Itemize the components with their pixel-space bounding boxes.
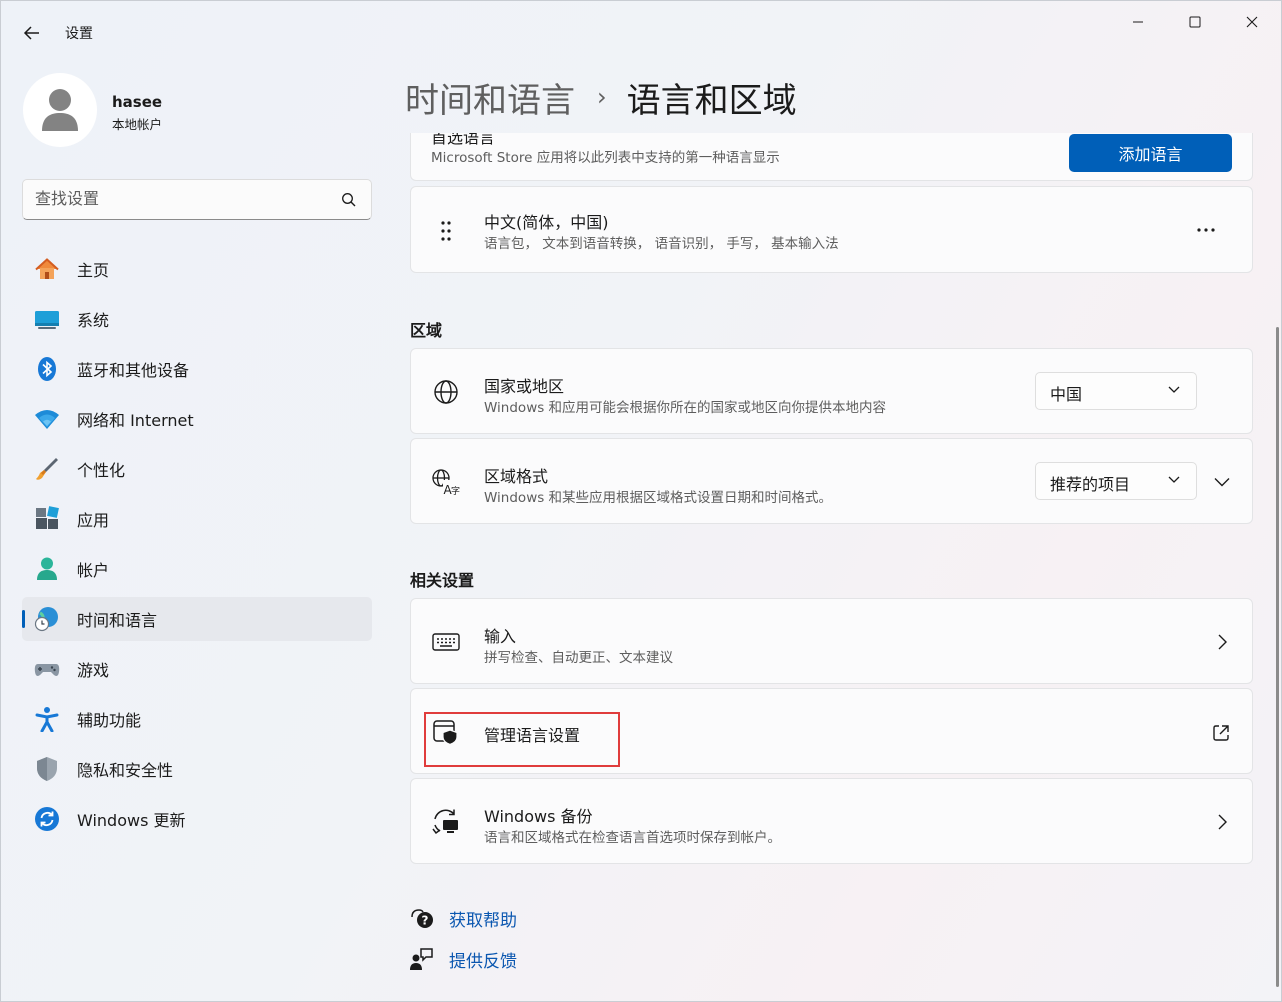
language-row[interactable]: 中文(简体，中国) 语言包， 文本到语音转换， 语音识别， 手写， 基本输入法 <box>410 186 1253 273</box>
minimize-button[interactable] <box>1115 7 1161 37</box>
globe-icon <box>431 377 461 407</box>
regional-format-title: 区域格式 <box>484 467 549 486</box>
language-name: 中文(简体，中国) <box>484 213 609 232</box>
page-title: 语言和区域 <box>626 80 797 121</box>
breadcrumb-parent[interactable]: 时间和语言 <box>405 73 575 122</box>
preferred-languages-subtitle: Microsoft Store 应用将以此列表中支持的第一种语言显示 <box>431 150 780 166</box>
typing-row[interactable]: 输入 拼写检查、自动更正、文本建议 <box>410 598 1253 684</box>
scrollbar[interactable] <box>1276 327 1279 987</box>
feedback-icon <box>409 946 435 972</box>
minimize-icon <box>1133 21 1143 23</box>
add-language-button[interactable]: 添加语言 <box>1069 134 1232 172</box>
typing-subtitle: 拼写检查、自动更正、文本建议 <box>484 650 673 666</box>
feedback-link[interactable]: 提供反馈 <box>409 946 517 972</box>
regional-format-row[interactable]: A字 区域格式 Windows 和某些应用根据区域格式设置日期和时间格式。 推荐… <box>410 438 1253 524</box>
svg-text:字: 字 <box>451 485 460 496</box>
content-area[interactable]: 首选语言 Microsoft Store 应用将以此列表中支持的第一种语言显示 … <box>1 133 1271 1001</box>
settings-window: 设置 hasee 本地帐户 查找设置 主页 系统 蓝牙和其他设备 网络和 Int… <box>0 0 1282 1002</box>
region-heading: 区域 <box>410 321 443 340</box>
back-button[interactable] <box>17 19 47 47</box>
feedback-label: 提供反馈 <box>449 951 517 972</box>
svg-text:?: ? <box>422 914 429 928</box>
user-silhouette-icon <box>42 89 78 131</box>
maximize-button[interactable] <box>1172 7 1218 37</box>
country-region-subtitle: Windows 和应用可能会根据你所在的国家或地区向你提供本地内容 <box>484 400 887 416</box>
language-features: 语言包， 文本到语音转换， 语音识别， 手写， 基本输入法 <box>484 236 839 252</box>
get-help-link[interactable]: ? 获取帮助 <box>409 905 517 931</box>
close-button[interactable] <box>1229 7 1275 37</box>
highlight-box <box>424 712 620 767</box>
chevron-right-icon <box>1218 634 1227 650</box>
title-bar: 设置 <box>1 1 1281 63</box>
close-icon <box>1246 16 1258 28</box>
more-options-icon[interactable] <box>1191 217 1221 243</box>
user-name: hasee <box>112 93 163 111</box>
breadcrumb-separator: › <box>597 83 607 111</box>
country-region-row: 国家或地区 Windows 和应用可能会根据你所在的国家或地区向你提供本地内容 … <box>410 348 1253 434</box>
windows-backup-subtitle: 语言和区域格式在检查语言首选项时保存到帐户。 <box>484 830 781 846</box>
dropdown-value: 推荐的项目 <box>1050 475 1131 494</box>
expand-chevron-icon[interactable] <box>1213 473 1231 491</box>
get-help-label: 获取帮助 <box>449 910 517 931</box>
regional-format-subtitle: Windows 和某些应用根据区域格式设置日期和时间格式。 <box>484 490 833 506</box>
account-type: 本地帐户 <box>112 117 163 132</box>
maximize-icon <box>1189 16 1201 28</box>
chevron-down-icon <box>1168 386 1180 393</box>
country-region-title: 国家或地区 <box>484 377 565 396</box>
keyboard-icon <box>431 627 461 657</box>
external-link-icon <box>1213 725 1229 741</box>
backup-sync-icon <box>431 807 461 837</box>
back-arrow-icon <box>23 26 39 40</box>
app-title: 设置 <box>65 26 93 42</box>
chevron-right-icon <box>1218 814 1227 830</box>
typing-title: 输入 <box>484 627 517 646</box>
related-settings-heading: 相关设置 <box>410 571 475 590</box>
country-region-dropdown[interactable]: 中国 <box>1035 372 1197 410</box>
drag-handle-icon[interactable] <box>431 216 461 246</box>
dropdown-value: 中国 <box>1050 385 1083 404</box>
help-icon: ? <box>409 905 435 931</box>
windows-backup-row[interactable]: Windows 备份 语言和区域格式在检查语言首选项时保存到帐户。 <box>410 778 1253 864</box>
windows-backup-title: Windows 备份 <box>484 807 593 826</box>
regional-format-dropdown[interactable]: 推荐的项目 <box>1035 462 1197 500</box>
regional-format-icon: A字 <box>431 467 461 497</box>
preferred-languages-card: 首选语言 Microsoft Store 应用将以此列表中支持的第一种语言显示 … <box>410 133 1253 181</box>
breadcrumb: 时间和语言 › 语言和区域 <box>405 73 797 121</box>
chevron-down-icon <box>1168 476 1180 483</box>
